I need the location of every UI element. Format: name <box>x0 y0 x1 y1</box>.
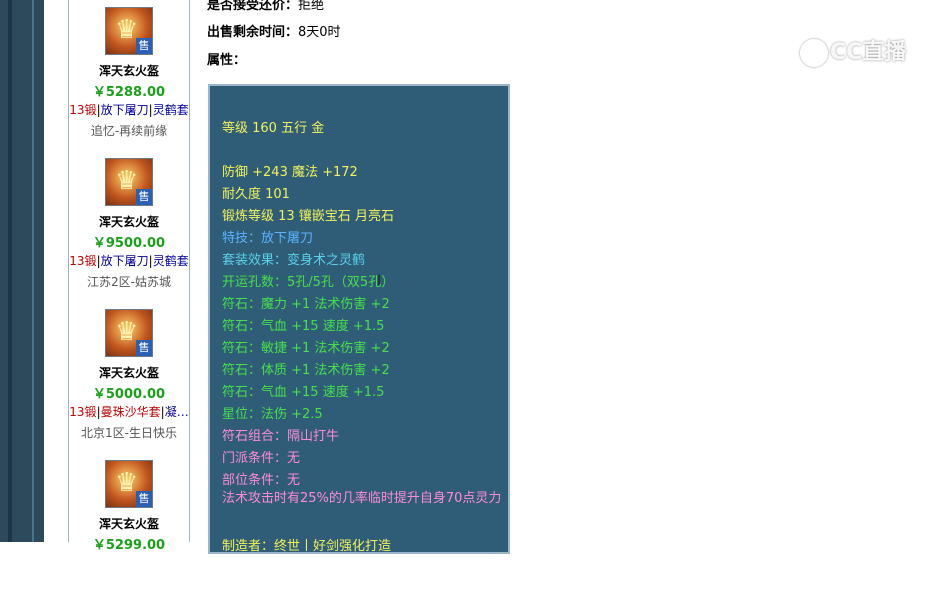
item-price: ￥5299.00 <box>92 538 166 553</box>
cc-live-watermark: CC直播 <box>800 34 906 67</box>
forge-level: 13锻 <box>69 254 97 268</box>
item-skill: 曼珠沙华套 <box>100 405 161 419</box>
item-name[interactable]: 浑天玄火盔 <box>69 62 189 79</box>
list-item[interactable]: ♛ 售 浑天玄火盔 ￥5000.00 13锻|曼珠沙华套|凝… 北京1区-生日快… <box>69 302 189 453</box>
item-name[interactable]: 浑天玄火盔 <box>69 515 189 532</box>
accept-counter-row: 是否接受还价：拒绝 <box>207 0 324 13</box>
page: ♛ 售 浑天玄火盔 ￥5288.00 13锻|放下屠刀|灵鹤套 追忆-再续前缘 … <box>44 0 952 554</box>
helmet-glyph: ♛ <box>115 468 139 498</box>
item-tags: 13锻|曼珠沙华套|凝… <box>69 405 189 419</box>
star-line: 星位：法伤 +2.5 <box>222 407 323 422</box>
sale-badge: 售 <box>136 38 152 54</box>
effect-line: 法术攻击时有25%的几率临时提升自身70点灵力 <box>222 491 502 506</box>
helmet-icon[interactable]: ♛ 售 <box>105 158 153 206</box>
level-line: 等级 160 五行 金 <box>222 121 325 136</box>
attributes-label: 属性： <box>207 53 247 68</box>
item-set: 灵鹤套 <box>152 103 189 117</box>
item-set: 灵鹤套 <box>152 254 189 268</box>
item-server: 追忆-再续前缘 <box>90 124 168 138</box>
rail-stripe <box>8 0 12 542</box>
item-server: 江苏2区-姑苏城 <box>87 275 171 289</box>
item-skill: 放下屠刀 <box>100 103 149 117</box>
item-name[interactable]: 浑天玄火盔 <box>69 213 189 230</box>
list-item[interactable]: ♛ 售 浑天玄火盔 ￥9500.00 13锻|放下屠刀|灵鹤套 江苏2区-姑苏城 <box>69 151 189 302</box>
forge-line: 锻炼等级 13 镶嵌宝石 月亮石 <box>222 209 394 224</box>
helmet-icon[interactable]: ♛ 售 <box>105 309 153 357</box>
item-skill: 放下屠刀 <box>100 254 149 268</box>
accept-counter-label: 是否接受还价： <box>207 0 299 13</box>
forge-level: 13锻 <box>69 405 97 419</box>
sale-badge: 售 <box>136 340 152 356</box>
list-item[interactable]: ♛ 售 浑天玄火盔 ￥5288.00 13锻|放下屠刀|灵鹤套 追忆-再续前缘 <box>69 0 189 151</box>
rune-line: 符石：气血 +15 速度 +1.5 <box>222 319 385 334</box>
remaining-time-row: 出售剩余时间：8天0时 <box>207 21 341 40</box>
maker-line: 制造者：终世丨好剑强化打造 <box>222 539 392 554</box>
helmet-glyph: ♛ <box>115 166 139 196</box>
helmet-glyph: ♛ <box>115 15 139 45</box>
holes-line: 开运孔数：5孔/5孔（双5孔） <box>222 275 395 290</box>
rune-line: 符石：魔力 +1 法术伤害 +2 <box>222 297 390 312</box>
accept-counter-value: 拒绝 <box>298 0 325 13</box>
remaining-time-label: 出售剩余时间： <box>207 25 299 40</box>
rune-combo-line: 符石组合：隔山打牛 <box>222 429 340 444</box>
rune-line: 符石：气血 +15 速度 +1.5 <box>222 385 385 400</box>
item-price: ￥9500.00 <box>92 236 166 251</box>
defense-line: 防御 +243 魔法 +172 <box>222 165 358 180</box>
item-attributes-panel: 等级 160 五行 金 防御 +243 魔法 +172 耐久度 101 锻炼等级… <box>208 84 510 554</box>
item-set: 凝… <box>164 405 189 419</box>
item-price: ￥5288.00 <box>92 85 166 100</box>
school-req-line: 门派条件：无 <box>222 451 301 466</box>
helmet-icon[interactable]: ♛ 售 <box>105 460 153 508</box>
text-cursor-icon: I <box>377 273 382 289</box>
special-skill-line: 特技：放下屠刀 <box>222 231 314 246</box>
item-name[interactable]: 浑天玄火盔 <box>69 364 189 381</box>
list-item[interactable]: ♛ 售 浑天玄火盔 ￥5299.00 <box>69 453 189 604</box>
sale-badge: 售 <box>136 491 152 507</box>
item-price: ￥5000.00 <box>92 387 166 402</box>
set-effect-line: 套装效果：变身术之灵鹤 <box>222 253 366 268</box>
left-rail <box>0 0 44 542</box>
forge-level: 13锻 <box>69 103 97 117</box>
item-tags: 13锻|放下屠刀|灵鹤套 <box>69 254 189 268</box>
remaining-time-value: 8天0时 <box>298 25 341 40</box>
item-server: 北京1区-生日快乐 <box>81 426 177 440</box>
helmet-icon[interactable]: ♛ 售 <box>105 7 153 55</box>
sale-badge: 售 <box>136 189 152 205</box>
rune-line: 符石：敏捷 +1 法术伤害 +2 <box>222 341 390 356</box>
rune-line: 符石：体质 +1 法术伤害 +2 <box>222 363 390 378</box>
attributes-row: 属性： <box>207 49 246 68</box>
watermark-text: CC直播 <box>830 40 907 65</box>
item-tags: 13锻|放下屠刀|灵鹤套 <box>69 103 189 117</box>
rail-stripe-light <box>32 0 34 542</box>
cc-logo-icon <box>800 39 828 67</box>
part-req-line: 部位条件：无 <box>222 473 301 488</box>
helmet-glyph: ♛ <box>115 317 139 347</box>
item-list-panel: ♛ 售 浑天玄火盔 ￥5288.00 13锻|放下屠刀|灵鹤套 追忆-再续前缘 … <box>68 0 190 553</box>
durability-line: 耐久度 101 <box>222 187 290 202</box>
